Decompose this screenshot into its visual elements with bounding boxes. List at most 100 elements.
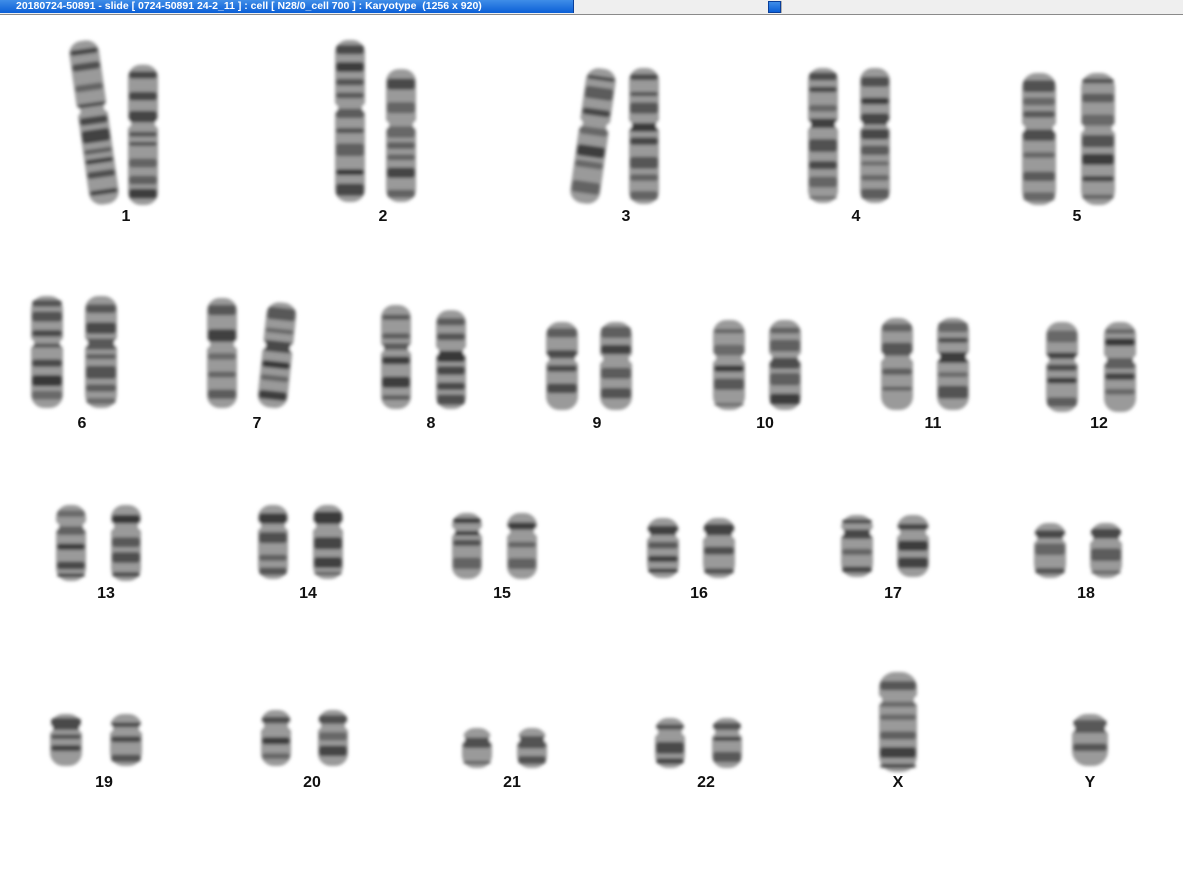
chromosome-label: 22 — [697, 774, 715, 791]
chromosome-pair-20[interactable] — [248, 704, 376, 780]
chromosome-label: 20 — [303, 774, 321, 791]
chromosome-image — [256, 710, 353, 766]
chromosome-15-a[interactable] — [447, 513, 487, 579]
chromosome-pair-2[interactable] — [322, 34, 444, 216]
chromosome-pair-12[interactable] — [1033, 316, 1165, 426]
chromosome-label: Y — [1084, 774, 1096, 791]
chromosome-label: 11 — [924, 415, 942, 432]
chromosome-label: 5 — [1072, 208, 1082, 225]
chromosome-8-b[interactable] — [431, 310, 471, 409]
chromosome-x[interactable] — [874, 672, 922, 772]
chromosome-17-b[interactable] — [892, 515, 934, 577]
chromosome-18-b[interactable] — [1085, 523, 1127, 578]
chromosome-pair-9[interactable] — [533, 316, 661, 424]
chromosome-9-a[interactable] — [541, 322, 583, 410]
chromosome-pair-5[interactable] — [1009, 67, 1145, 219]
chromosome-label: 10 — [756, 415, 774, 432]
chromosome-16-a[interactable] — [642, 518, 684, 578]
chromosome-5-a[interactable] — [1017, 73, 1061, 205]
chromosome-pair-19[interactable] — [37, 708, 171, 780]
chromosome-pair-4[interactable] — [795, 62, 918, 217]
chromosome-label: 2 — [378, 208, 388, 225]
chromosome-pair-x[interactable] — [859, 666, 937, 786]
chromosome-6-a[interactable] — [26, 296, 68, 408]
chromosome-11-a[interactable] — [876, 318, 918, 410]
chromosome-label: 3 — [621, 208, 631, 225]
tab-divider — [781, 1, 782, 13]
chromosome-image — [202, 298, 303, 410]
chromosome-image — [874, 672, 922, 772]
chromosome-21-b[interactable] — [512, 728, 552, 768]
chromosome-14-a[interactable] — [253, 505, 293, 579]
chromosome-image — [650, 718, 747, 768]
chromosome-pair-18[interactable] — [1021, 517, 1151, 592]
chromosome-20-b[interactable] — [313, 710, 353, 766]
chromosome-16-b[interactable] — [698, 518, 740, 578]
chromosome-2-b[interactable] — [381, 69, 421, 202]
chromosome-label: 8 — [426, 415, 436, 432]
chromosome-3-a[interactable] — [565, 66, 622, 206]
chromosome-1-a[interactable] — [66, 38, 125, 207]
chromosome-label: 12 — [1090, 415, 1108, 432]
chromosome-18-a[interactable] — [1029, 523, 1071, 578]
chromosome-12-a[interactable] — [1041, 322, 1083, 412]
chromosome-pair-10[interactable] — [700, 314, 830, 424]
chromosome-7-b[interactable] — [252, 301, 303, 410]
chromosome-15-b[interactable] — [502, 513, 542, 579]
chromosome-pair-17[interactable] — [828, 509, 958, 591]
chromosome-19-a[interactable] — [45, 714, 87, 766]
chromosome-20-a[interactable] — [256, 710, 296, 766]
chromosome-9-b[interactable] — [595, 322, 637, 410]
chromosome-22-b[interactable] — [707, 718, 747, 768]
chromosome-pair-6[interactable] — [18, 290, 146, 422]
chromosome-pair-14[interactable] — [245, 499, 371, 593]
chromosome-pair-1[interactable] — [66, 34, 186, 219]
chromosome-label: X — [892, 774, 904, 791]
chromosome-1-b[interactable] — [123, 64, 163, 205]
window-title[interactable]: 20180724-50891 - slide [ 0724-50891 24-2… — [0, 0, 574, 13]
chromosome-image — [376, 305, 471, 409]
chromosome-label: 16 — [690, 585, 708, 602]
chromosome-21-a[interactable] — [457, 728, 497, 768]
chromosome-pair-22[interactable] — [642, 712, 770, 782]
chromosome-13-a[interactable] — [51, 505, 91, 581]
chromosome-pair-11[interactable] — [868, 312, 998, 424]
chromosome-pair-15[interactable] — [439, 507, 565, 593]
chromosome-pair-3[interactable] — [565, 62, 687, 218]
chromosome-4-a[interactable] — [802, 68, 843, 203]
chromosome-y[interactable] — [1067, 714, 1113, 766]
chromosome-6-b[interactable] — [80, 296, 122, 408]
chromosome-image — [1029, 523, 1127, 578]
chromosome-pair-13[interactable] — [43, 499, 169, 595]
chromosome-pair-16[interactable] — [634, 512, 764, 592]
chromosome-11-b[interactable] — [932, 318, 974, 410]
chromosome-8-a[interactable] — [376, 305, 416, 409]
chromosome-image — [253, 505, 348, 579]
chromosome-label: 1 — [121, 208, 131, 225]
chromosome-13-b[interactable] — [106, 505, 146, 581]
chromosome-pair-8[interactable] — [368, 299, 494, 423]
chromosome-4-b[interactable] — [854, 68, 895, 203]
chromosome-image — [1017, 73, 1120, 205]
chromosome-image — [708, 320, 806, 410]
chromosome-19-b[interactable] — [105, 714, 147, 766]
chromosome-3-b[interactable] — [624, 68, 664, 204]
chromosome-22-a[interactable] — [650, 718, 690, 768]
chromosome-label: 17 — [884, 585, 902, 602]
chromosome-5-b[interactable] — [1076, 73, 1120, 205]
chromosome-pair-21[interactable] — [449, 722, 575, 782]
chromosome-2-a[interactable] — [330, 40, 370, 202]
chromosome-pair-y[interactable] — [1052, 708, 1128, 780]
chromosome-14-b[interactable] — [308, 505, 348, 579]
chromosome-image — [876, 318, 974, 410]
chromosome-17-a[interactable] — [836, 515, 878, 577]
window-title-bar: 20180724-50891 - slide [ 0724-50891 24-2… — [0, 0, 1183, 15]
chromosome-10-b[interactable] — [764, 320, 806, 410]
chromosome-pair-7[interactable] — [194, 292, 320, 422]
secondary-tab[interactable] — [768, 1, 781, 13]
chromosome-12-b[interactable] — [1099, 322, 1141, 412]
chromosome-10-a[interactable] — [708, 320, 750, 410]
chromosome-7-a[interactable] — [202, 298, 242, 408]
chromosome-image — [642, 518, 740, 578]
chromosome-image — [26, 296, 122, 408]
